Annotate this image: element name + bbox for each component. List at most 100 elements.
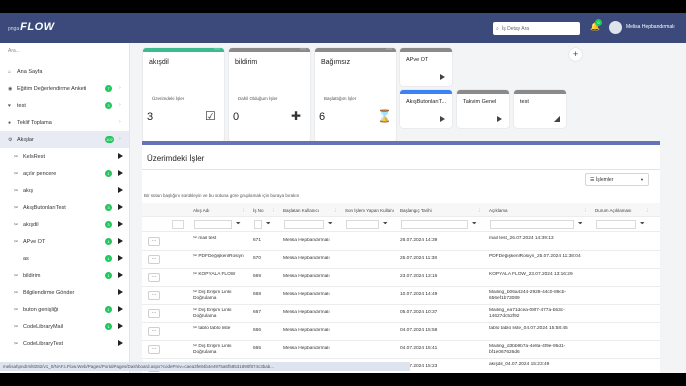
sidebar-item[interactable]: ✂ CodeLibraryTest <box>0 335 129 352</box>
summary-tile[interactable]: ⋯ akışdil Üzerimdeki İşler 3 ☑ <box>143 48 224 142</box>
play-icon[interactable] <box>118 187 123 193</box>
column-menu-icon[interactable]: ⋮ <box>389 208 394 214</box>
filter-icon[interactable]: ⏷ <box>328 221 333 228</box>
flow-shortcut-tile[interactable]: APve OT <box>400 48 452 86</box>
sidebar-item[interactable]: ◉ Eğitim Değerlendirme Anketi 7 › <box>0 80 129 97</box>
user-name[interactable]: Melisa Hepbandırmalı <box>626 24 675 30</box>
chevron-right-icon[interactable]: › <box>119 119 121 125</box>
column-filter-input[interactable] <box>490 220 574 229</box>
flow-shortcut-tile[interactable]: test ◢ <box>514 90 566 128</box>
play-icon[interactable] <box>118 340 123 346</box>
sidebar-item[interactable]: ● Teklif Toplama › <box>0 114 129 131</box>
table-row[interactable]: ⋯ ✂ KOPYALA FLOW 669 Melisa Hepbandırmalı 23… <box>142 269 660 287</box>
flow-shortcut-tile[interactable]: Takvim Genel <box>457 90 509 128</box>
sidebar-item[interactable]: ✂ APve OT 1 <box>0 233 129 250</box>
play-icon[interactable] <box>118 153 123 159</box>
more-icon[interactable]: ⋯ <box>386 48 392 53</box>
play-icon[interactable] <box>118 170 123 176</box>
sidebar-item[interactable]: ✂ Bilgilendirme Gönder <box>0 284 129 301</box>
play-icon[interactable] <box>118 255 123 261</box>
table-row[interactable]: ⋯ ✂ Dış Erişim Linki Doğrulama 668 Melisa H… <box>142 287 660 305</box>
summary-tile[interactable]: ⋯ Bağımsız Başlattığım İşler 6 ⌛ <box>315 48 396 142</box>
column-header[interactable]: Başlangıç Tarihi ⋮ <box>400 208 483 214</box>
play-icon[interactable] <box>118 204 123 210</box>
row-actions-button[interactable]: ⋯ <box>148 273 160 282</box>
filter-icon[interactable]: ⏷ <box>472 221 477 228</box>
chevron-right-icon[interactable]: › <box>119 102 121 108</box>
sidebar-item[interactable]: ♥ test 3 › <box>0 97 129 114</box>
filter-icon[interactable]: ⏷ <box>236 221 241 228</box>
flow-shortcut-tile[interactable]: AkışButonlarıT... <box>400 90 452 128</box>
row-actions-button[interactable]: ⋯ <box>148 237 160 246</box>
row-actions-button[interactable]: ⋯ <box>148 255 160 264</box>
more-icon[interactable]: ⋯ <box>300 48 306 53</box>
filter-icon[interactable]: ⏷ <box>640 221 645 228</box>
column-menu-icon[interactable]: ⋮ <box>646 208 651 214</box>
sidebar-item[interactable]: ✂ bildirim 1 <box>0 267 129 284</box>
sidebar-item[interactable]: ✂ buton genişliği 1 <box>0 301 129 318</box>
play-icon[interactable] <box>497 116 502 122</box>
column-filter-input[interactable] <box>284 220 324 229</box>
row-actions-button[interactable]: ⋯ <box>148 327 160 336</box>
sidebar-item[interactable]: ⚙ Akışlar 102 › <box>0 131 129 148</box>
column-header[interactable]: Açıklama ⋮ <box>489 208 589 214</box>
column-menu-icon[interactable]: ⋮ <box>242 208 247 214</box>
bell-icon[interactable]: 🔔 0 <box>590 19 602 34</box>
table-row[interactable]: ⋯ ✂ PDFDeğişkenlRosiyn 670 Melisa Hepbandır… <box>142 251 660 269</box>
row-actions-button[interactable]: ⋯ <box>148 309 160 318</box>
chevron-right-icon[interactable]: › <box>119 85 121 91</box>
column-header[interactable]: İş No ⋮ <box>253 208 277 214</box>
filter-icon[interactable]: ⏷ <box>578 221 583 228</box>
column-filter-input[interactable] <box>346 220 379 229</box>
sidebar-item[interactable]: ⌂ Ana Sayfa <box>0 63 129 80</box>
column-menu-icon[interactable]: ⋮ <box>334 208 339 214</box>
column-filter-input[interactable] <box>401 220 468 229</box>
row-actions-button[interactable]: ⋯ <box>148 291 160 300</box>
home-icon: ⌂ <box>8 68 12 75</box>
table-row[interactable]: ⋯ ✂ Dış Erişim Linki Doğrulama 665 Melisa H… <box>142 341 660 359</box>
filter-icon[interactable]: ⏷ <box>266 221 271 228</box>
column-menu-icon[interactable]: ⋮ <box>478 208 483 214</box>
sidebar-item[interactable]: ✂ akışdil 3 <box>0 216 129 233</box>
sidebar-item[interactable]: ✂ CodeLibraryMail 1 <box>0 318 129 335</box>
filter-icon[interactable]: ⏷ <box>383 221 388 228</box>
column-filter-input[interactable] <box>194 220 232 229</box>
job-search-input[interactable]: ⌕ İş Detay Ara <box>493 22 580 35</box>
play-icon[interactable] <box>440 74 445 80</box>
row-actions-button[interactable]: ⋯ <box>148 345 160 354</box>
more-icon[interactable]: ⋯ <box>214 48 220 53</box>
add-tile-button[interactable]: + <box>569 48 582 61</box>
table-row[interactable]: ⋯ ✂ Dış Erişim Linki Doğrulama 667 Melisa H… <box>142 305 660 323</box>
play-icon[interactable] <box>118 323 123 329</box>
summary-tile[interactable]: ⋯ bildirim Dahil Olduğum İşler 0 ✚ <box>229 48 310 142</box>
logo[interactable]: pnga FLOW <box>8 21 55 33</box>
play-icon[interactable] <box>118 272 123 278</box>
sidebar-item[interactable]: ✂ AkışButonlarıTest 3 <box>0 199 129 216</box>
table-cell: ✂ tablo tablo liste <box>193 326 247 339</box>
sidebar-item[interactable]: ✂ akış <box>0 182 129 199</box>
table-row[interactable]: ⋯ ✂ mail test 671 Melisa Hepbandırmalı 26.07… <box>142 233 660 251</box>
column-header[interactable]: Başlatan Kullanıcı ⋮ <box>283 208 339 214</box>
column-filter-input[interactable] <box>172 220 184 229</box>
play-icon[interactable] <box>118 221 123 227</box>
column-header[interactable]: Durum Açıklaması ⋮ <box>595 208 651 214</box>
play-icon[interactable] <box>118 238 123 244</box>
play-icon[interactable] <box>440 116 445 122</box>
play-icon[interactable] <box>118 306 123 312</box>
sidebar-item[interactable]: ✂ KelsRest <box>0 148 129 165</box>
play-icon[interactable] <box>118 289 123 295</box>
column-filter-input[interactable] <box>596 220 636 229</box>
column-header[interactable]: Akış Adı ⋮ <box>193 208 247 214</box>
sidebar-item[interactable]: as 1 <box>0 250 129 267</box>
table-row[interactable]: ⋯ ✂ tablo tablo liste 666 Melisa Hepbandırm… <box>142 323 660 341</box>
sidebar-item[interactable]: ✂ açılır pencere 1 <box>0 165 129 182</box>
column-menu-icon[interactable]: ⋮ <box>584 208 589 214</box>
sidebar-search-input[interactable]: Ara... <box>4 45 125 59</box>
avatar[interactable] <box>609 21 622 34</box>
column-menu-icon[interactable]: ⋮ <box>272 208 277 214</box>
table-cell: 670 <box>253 256 277 262</box>
chevron-right-icon[interactable]: › <box>119 136 121 142</box>
column-header[interactable]: Son İşlem Yapan Kullanıcı ⋮ <box>345 208 394 214</box>
actions-dropdown[interactable]: ☰ İşlemler ▼ <box>585 173 649 186</box>
column-filter-input[interactable] <box>254 220 262 229</box>
